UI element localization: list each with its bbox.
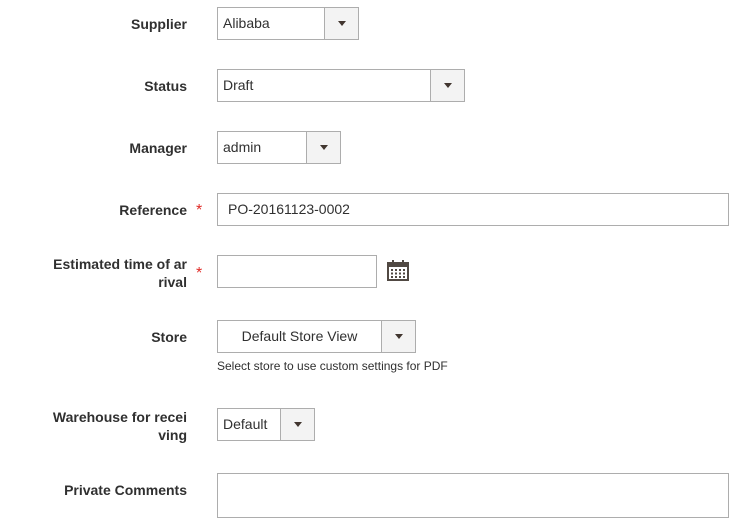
warehouse-label-line1: Warehouse for recei — [52, 409, 187, 425]
private-comments-textarea[interactable] — [217, 473, 729, 518]
chevron-down-icon[interactable] — [306, 132, 340, 163]
store-value: Default Store View — [241, 328, 358, 344]
manager-select[interactable]: admin — [217, 131, 341, 164]
status-select[interactable]: Draft — [217, 69, 465, 102]
warehouse-label: Warehouse for recei ving — [53, 408, 187, 444]
eta-label: Estimated time of ar rival — [53, 255, 187, 291]
manager-label: Manager — [129, 140, 187, 156]
status-label: Status — [144, 78, 187, 94]
supplier-value: Alibaba — [223, 15, 270, 31]
required-asterisk: * — [196, 265, 203, 282]
chevron-down-icon[interactable] — [280, 409, 314, 440]
store-note: Select store to use custom settings for … — [217, 359, 448, 373]
chevron-down-icon[interactable] — [381, 321, 415, 352]
eta-input[interactable] — [217, 255, 377, 288]
eta-label-line1: Estimated time of ar — [53, 256, 187, 272]
eta-label-line2: rival — [158, 274, 187, 290]
chevron-down-icon[interactable] — [430, 70, 464, 101]
manager-value: admin — [223, 139, 262, 155]
calendar-icon[interactable] — [387, 260, 409, 281]
reference-input[interactable]: PO-20161123-0002 — [217, 193, 729, 226]
required-asterisk: * — [196, 202, 203, 219]
supplier-select[interactable]: Alibaba — [217, 7, 359, 40]
warehouse-select[interactable]: Default — [217, 408, 315, 441]
private-comments-label: Private Comments — [64, 482, 187, 498]
warehouse-value: Default — [223, 416, 268, 432]
status-value: Draft — [223, 77, 254, 93]
chevron-down-icon[interactable] — [324, 8, 358, 39]
warehouse-label-line2: ving — [158, 427, 187, 443]
supplier-label: Supplier — [130, 16, 187, 32]
store-select[interactable]: Default Store View — [217, 320, 416, 353]
store-label: Store — [151, 329, 187, 345]
reference-label: Reference — [119, 202, 187, 218]
